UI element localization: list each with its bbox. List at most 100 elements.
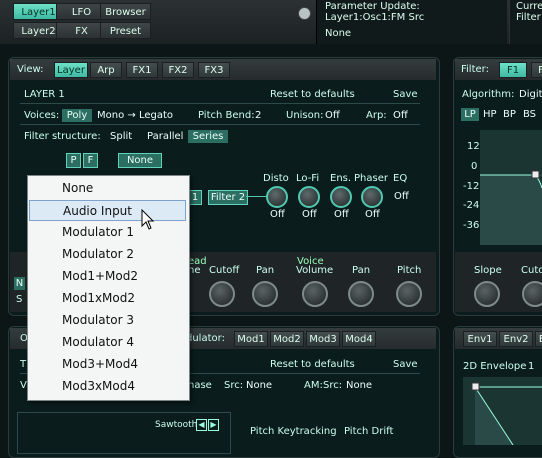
waveform-prev-icon[interactable]: ◀ xyxy=(196,419,207,431)
pan-knob[interactable] xyxy=(252,281,278,307)
ensemble-label: Ens. xyxy=(330,173,352,184)
mod-reset-defaults-button[interactable]: Reset to defaults xyxy=(270,359,355,370)
unison-value[interactable]: Off xyxy=(325,110,340,121)
lofi-label: Lo-Fi xyxy=(296,173,320,184)
algorithm-value[interactable]: Digit xyxy=(519,89,542,100)
tab-fx1[interactable]: FX1 xyxy=(126,62,158,78)
pan2-knob[interactable] xyxy=(348,281,374,307)
filter-structure-parallel[interactable]: Parallel xyxy=(147,131,183,142)
filter-label: Filter: xyxy=(461,64,489,75)
envelope-graph[interactable] xyxy=(463,377,542,446)
am-src-label: Src: xyxy=(323,380,343,391)
route-line xyxy=(246,196,266,197)
filter-structure-series[interactable]: Series xyxy=(188,130,228,143)
divider xyxy=(20,124,420,125)
dropdown-item-mod1-plus-mod2[interactable]: Mod1+Mod2 xyxy=(29,266,186,287)
waveform-next-icon[interactable]: ▶ xyxy=(208,419,219,431)
tab-fx3[interactable]: FX3 xyxy=(198,62,230,78)
slope-label: Slope xyxy=(474,265,502,276)
nav-preset-button[interactable]: Preset xyxy=(100,22,151,39)
tab-mod3[interactable]: Mod3 xyxy=(306,331,340,347)
dropdown-item-modulator-1[interactable]: Modulator 1 xyxy=(29,222,186,243)
dropdown-item-mod1-x-mod2[interactable]: Mod1xMod2 xyxy=(29,288,186,309)
eq-value[interactable]: Off xyxy=(394,191,409,202)
db-tick-minus36: -36 xyxy=(463,220,480,231)
pitch-bend-value[interactable]: 2 xyxy=(255,110,261,121)
filter-curve-icon xyxy=(480,170,542,245)
nav-browser-button[interactable]: Browser xyxy=(100,3,151,20)
p-button[interactable]: P xyxy=(66,153,81,168)
phaser-knob[interactable] xyxy=(361,186,383,208)
power-knob-icon[interactable] xyxy=(298,7,311,20)
voices-label: Voices: xyxy=(24,110,60,121)
tab-fx2[interactable]: FX2 xyxy=(162,62,194,78)
filter1-block[interactable]: 1 xyxy=(188,190,202,205)
tab-env3[interactable]: E xyxy=(535,331,542,347)
filter-type-bp[interactable]: BP xyxy=(503,109,516,120)
dropdown-item-none[interactable]: None xyxy=(29,178,186,199)
am-label: AM: xyxy=(304,380,323,391)
pitch-knob[interactable] xyxy=(396,281,422,307)
fm-src-value[interactable]: None xyxy=(246,380,272,391)
divider xyxy=(20,103,420,104)
ensemble-knob[interactable] xyxy=(330,186,352,208)
tab-arp[interactable]: Arp xyxy=(90,62,122,78)
disto-value: Off xyxy=(270,209,285,220)
tab-env1[interactable]: Env1 xyxy=(463,331,497,347)
lofi-knob[interactable] xyxy=(298,186,320,208)
view-label: View: xyxy=(17,64,44,75)
dropdown-item-mod3-plus-mod4[interactable]: Mod3+Mod4 xyxy=(29,354,186,375)
dropdown-item-modulator-2[interactable]: Modulator 2 xyxy=(29,244,186,265)
tab-mod4[interactable]: Mod4 xyxy=(342,331,376,347)
tab-f2[interactable]: F xyxy=(531,62,542,78)
disto-knob[interactable] xyxy=(266,186,288,208)
dropdown-item-modulator-3[interactable]: Modulator 3 xyxy=(29,310,186,331)
dropdown-item-modulator-4[interactable]: Modulator 4 xyxy=(29,332,186,353)
phaser-value: Off xyxy=(365,209,380,220)
modulation-source-dropdown: None Audio Input Modulator 1 Modulator 2… xyxy=(27,175,190,401)
filter-type-lp[interactable]: LP xyxy=(461,108,479,121)
mod-save-button[interactable]: Save xyxy=(393,359,418,370)
cutoff-knob[interactable] xyxy=(209,281,235,307)
tab-env2[interactable]: Env2 xyxy=(499,331,533,347)
disto-label: Disto xyxy=(263,173,289,184)
voices-poly-option[interactable]: Poly xyxy=(62,109,92,122)
am-src-value[interactable]: None xyxy=(346,380,372,391)
tab-mod2[interactable]: Mod2 xyxy=(270,331,304,347)
tab-layer[interactable]: Layer xyxy=(54,62,88,78)
modulator-label: dulator: xyxy=(186,333,225,344)
dropdown-item-audio-input[interactable]: Audio Input xyxy=(29,200,186,221)
status-line1: Parameter Update: xyxy=(325,1,420,12)
arp-value[interactable]: Off xyxy=(393,110,408,121)
filter-type-bs[interactable]: BS xyxy=(523,109,536,120)
filter-type-hp[interactable]: HP xyxy=(483,109,497,120)
dropdown-item-mod3-x-mod4[interactable]: Mod3xMod4 xyxy=(29,376,186,397)
f-button[interactable]: F xyxy=(83,153,98,168)
source-none-button[interactable]: None xyxy=(118,153,162,168)
cutoff-label: Cutoff xyxy=(209,265,240,276)
arp-label: Arp: xyxy=(366,110,387,121)
filter-cutoff-knob[interactable] xyxy=(522,281,542,307)
n-button[interactable]: N xyxy=(14,277,25,290)
status-line2: Layer1:Osc1:FM Src xyxy=(325,12,425,23)
save-button[interactable]: Save xyxy=(393,89,418,100)
filter2-block[interactable]: Filter 2 xyxy=(208,190,248,205)
unison-label: Unison: xyxy=(286,110,324,121)
db-tick-0: 0 xyxy=(471,161,478,172)
algorithm-label: Algorithm: xyxy=(462,89,515,100)
waveform-label: Sawtooth xyxy=(155,420,198,430)
s-label: S xyxy=(16,294,23,305)
filter-response-graph[interactable] xyxy=(480,130,542,245)
tab-f1[interactable]: F1 xyxy=(499,62,527,78)
t-label: T xyxy=(20,359,27,370)
reset-defaults-button[interactable]: Reset to defaults xyxy=(270,89,355,100)
status-right-line1: Curre xyxy=(516,1,542,12)
phase-label: hase xyxy=(188,380,212,391)
filter-structure-split[interactable]: Split xyxy=(110,131,132,142)
phaser-label: Phaser xyxy=(354,173,388,184)
db-tick-minus12: -12 xyxy=(463,181,480,192)
voices-mono-legato-option[interactable]: Mono → Legato xyxy=(97,110,173,121)
volume-knob[interactable] xyxy=(302,281,328,307)
tab-mod1[interactable]: Mod1 xyxy=(234,331,268,347)
slope-knob[interactable] xyxy=(474,281,500,307)
